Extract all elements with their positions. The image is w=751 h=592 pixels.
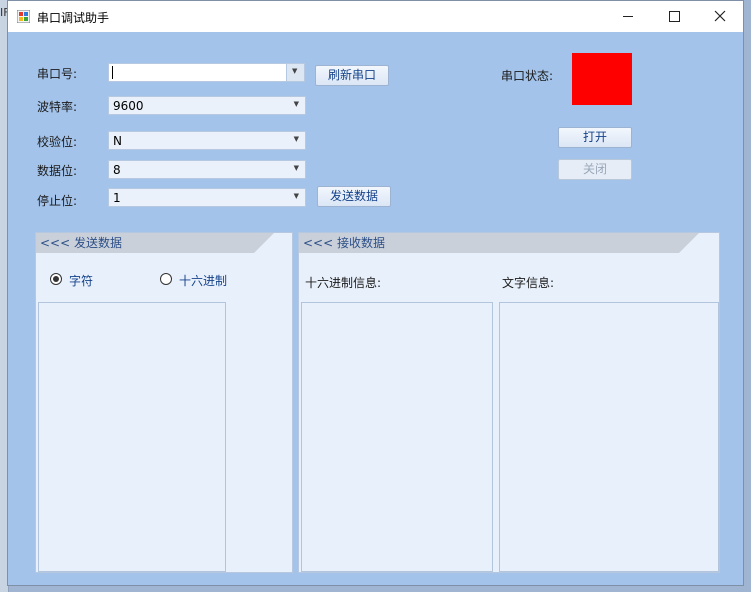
minimize-button[interactable] <box>605 1 651 32</box>
databits-select[interactable]: 8 ▼ <box>108 160 306 179</box>
radio-hex-label[interactable]: 十六进制 <box>179 272 227 289</box>
send-panel-header[interactable]: <<< 发送数据 <box>36 233 254 253</box>
receive-panel-header[interactable]: <<< 接收数据 <box>299 233 679 253</box>
send-textarea[interactable] <box>38 302 226 572</box>
chevron-down-icon: ▼ <box>293 164 299 172</box>
chevron-down-icon: ▼ <box>293 135 299 143</box>
status-indicator <box>572 53 632 105</box>
refresh-port-button[interactable]: 刷新串口 <box>315 65 389 86</box>
baud-select[interactable]: 9600 ▼ <box>108 96 306 115</box>
chevron-down-icon: ▼ <box>293 100 299 108</box>
stopbits-select[interactable]: 1 ▼ <box>108 188 306 207</box>
send-panel: <<< 发送数据 字符 十六进制 <box>35 232 293 573</box>
parity-value: N <box>113 134 122 148</box>
send-panel-header-corner <box>254 233 274 253</box>
close-icon <box>714 10 726 22</box>
port-dropdown-button[interactable]: ▼ <box>286 64 304 81</box>
status-label: 串口状态: <box>501 69 554 83</box>
chevron-down-icon: ▼ <box>292 67 298 75</box>
port-label: 串口号: <box>37 67 78 81</box>
hex-receive-textarea[interactable] <box>301 302 493 572</box>
text-info-label: 文字信息: <box>502 276 555 290</box>
send-data-button[interactable]: 发送数据 <box>317 186 391 207</box>
receive-panel: <<< 接收数据 十六进制信息: 文字信息: <box>298 232 720 573</box>
stopbits-label: 停止位: <box>37 194 78 208</box>
window-title: 串口调试助手 <box>37 11 110 25</box>
port-select[interactable]: ▼ <box>108 63 305 82</box>
minimize-icon <box>623 15 633 17</box>
radio-hex[interactable] <box>160 273 172 285</box>
stopbits-value: 1 <box>113 191 121 205</box>
baud-label: 波特率: <box>37 100 78 114</box>
maximize-button[interactable] <box>651 1 697 32</box>
app-window: 串口调试助手 串口号: 波特率: 校验位: 数据位: 停止位: ▼ 9600 ▼… <box>7 0 744 586</box>
databits-label: 数据位: <box>37 164 78 178</box>
maximize-icon <box>668 10 680 22</box>
text-caret <box>112 66 113 79</box>
databits-value: 8 <box>113 163 121 177</box>
app-icon <box>17 10 30 23</box>
parity-label: 校验位: <box>37 135 78 149</box>
close-port-button[interactable]: 关闭 <box>558 159 632 180</box>
radio-char-label[interactable]: 字符 <box>69 272 93 289</box>
parity-select[interactable]: N ▼ <box>108 131 306 150</box>
open-button[interactable]: 打开 <box>558 127 632 148</box>
close-window-button[interactable] <box>697 1 743 32</box>
radio-char[interactable] <box>50 273 62 285</box>
hex-info-label: 十六进制信息: <box>305 276 382 290</box>
text-receive-textarea[interactable] <box>499 302 719 572</box>
chevron-down-icon: ▼ <box>293 192 299 200</box>
title-bar: 串口调试助手 <box>8 1 743 32</box>
radio-selected-dot <box>53 276 59 282</box>
receive-panel-header-corner <box>679 233 699 253</box>
baud-value: 9600 <box>113 99 144 113</box>
